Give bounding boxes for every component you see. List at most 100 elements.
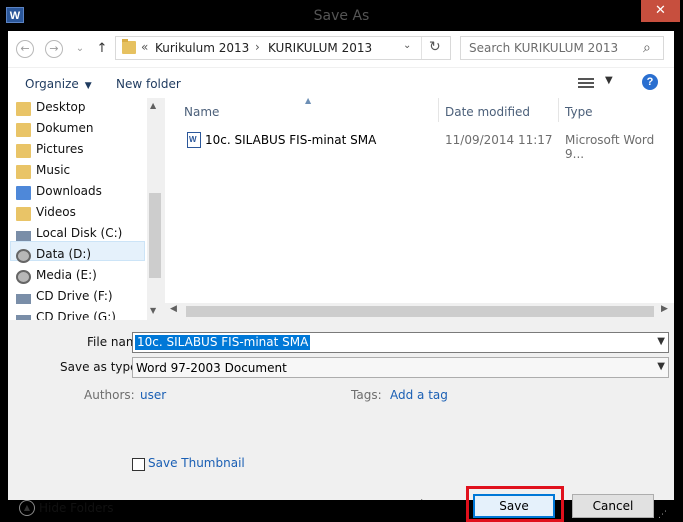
forward-arrow-icon[interactable]: → xyxy=(45,40,63,58)
authors-label: Authors: xyxy=(84,388,135,402)
authors-field[interactable]: user xyxy=(140,388,166,402)
file-name-value: 10c. SILABUS FIS-minat SMA xyxy=(135,335,311,350)
pictures-folder-icon xyxy=(16,144,31,158)
sidebar-item-music[interactable]: Music xyxy=(16,163,71,183)
breadcrumb-overflow-icon[interactable]: « xyxy=(141,40,148,54)
file-name-field[interactable]: 10c. SILABUS FIS-minat SMA ▼ xyxy=(132,332,669,353)
hide-folders-button[interactable]: Hide Folders xyxy=(39,501,114,515)
search-input[interactable]: Search KURIKULUM 2013 ⌕ xyxy=(460,36,664,60)
hide-folders-chevron-icon[interactable]: ▲ xyxy=(19,500,35,516)
desktop-folder-icon xyxy=(16,102,31,116)
save-thumbnail-label[interactable]: Save Thumbnail xyxy=(148,456,245,470)
sidebar-item-data-d[interactable]: Data (D:) xyxy=(16,247,92,267)
sidebar-item-pictures[interactable]: Pictures xyxy=(16,142,84,162)
organize-caret-icon: ▼ xyxy=(84,81,92,91)
scroll-left-icon[interactable]: ◀ xyxy=(170,304,177,314)
sort-ascending-icon: ▲ xyxy=(305,96,312,105)
save-button[interactable]: Save xyxy=(473,494,555,518)
documents-folder-icon xyxy=(16,123,31,137)
tags-field[interactable]: Add a tag xyxy=(390,388,448,402)
sidebar-item-videos[interactable]: Videos xyxy=(16,205,76,225)
save-as-type-value: Word 97-2003 Document xyxy=(136,361,287,375)
file-date-cell: 11/09/2014 11:17 xyxy=(445,133,553,147)
breadcrumb-separator-icon[interactable]: › xyxy=(255,40,260,54)
sidebar-item-media-e[interactable]: Media (E:) xyxy=(16,268,97,288)
column-separator[interactable] xyxy=(438,98,439,122)
column-header-date-modified[interactable]: Date modified xyxy=(445,105,530,119)
breadcrumb-kurikulum-2013-upper[interactable]: KURIKULUM 2013 xyxy=(268,41,372,55)
view-dropdown-icon[interactable]: ▼ xyxy=(605,75,613,86)
sidebar-item-label: Local Disk (C:) xyxy=(36,226,123,240)
back-arrow-icon[interactable]: ← xyxy=(16,40,34,58)
file-name-dropdown-icon[interactable]: ▼ xyxy=(657,336,665,347)
save-thumbnail-checkbox[interactable] xyxy=(132,458,145,471)
tags-label: Tags: xyxy=(351,388,382,402)
cancel-button[interactable]: Cancel xyxy=(572,494,654,518)
tools-dropdown-icon[interactable]: ▼ xyxy=(446,500,454,511)
command-toolbar: Organize ▼ New folder ▼ ? xyxy=(8,67,674,98)
navigation-bar: ← → ⌄ ↑ « Kurikulum 2013 › KURIKULUM 201… xyxy=(8,31,674,67)
videos-folder-icon xyxy=(16,207,31,221)
sidebar-item-label: Pictures xyxy=(36,142,84,156)
file-list-horizontal-scrollbar[interactable]: ◀ ▶ xyxy=(165,303,674,320)
save-as-type-select[interactable]: Word 97-2003 Document ▼ xyxy=(132,357,669,378)
column-header-name[interactable]: Name xyxy=(184,105,219,119)
sidebar-scroll-thumb[interactable] xyxy=(149,193,161,278)
file-type-cell: Microsoft Word 9... xyxy=(565,133,655,161)
sidebar-item-cd-drive-g[interactable]: CD Drive (G:) xyxy=(16,310,116,320)
sidebar-item-label: Media (E:) xyxy=(36,268,97,282)
table-row[interactable]: 10c. SILABUS FIS-minat SMA 11/09/2014 11… xyxy=(165,128,674,161)
sidebar-item-downloads[interactable]: Downloads xyxy=(16,184,102,204)
scroll-up-icon[interactable]: ▲ xyxy=(150,101,156,110)
sidebar-item-label: Music xyxy=(36,163,71,177)
close-button[interactable]: ✕ xyxy=(641,0,680,22)
search-icon[interactable]: ⌕ xyxy=(643,40,651,56)
address-divider xyxy=(421,37,422,59)
scroll-down-icon[interactable]: ▼ xyxy=(150,306,156,315)
save-as-dialog: W Save As ✕ ← → ⌄ ↑ « Kurikulum 2013 › K… xyxy=(0,0,683,522)
save-as-type-dropdown-icon[interactable]: ▼ xyxy=(657,361,665,372)
sidebar-scrollbar[interactable]: ▲ ▼ xyxy=(147,98,163,320)
address-bar[interactable]: « Kurikulum 2013 › KURIKULUM 2013 ⌄ ↻ xyxy=(115,36,451,60)
sidebar-item-local-disk-c[interactable]: Local Disk (C:) xyxy=(16,226,123,246)
folder-icon xyxy=(122,39,136,54)
refresh-icon[interactable]: ↻ xyxy=(429,39,441,55)
title-bar[interactable]: W Save As ✕ xyxy=(0,0,683,31)
disk-icon xyxy=(16,270,31,284)
save-as-type-label: Save as type: xyxy=(60,360,142,374)
resize-grip-icon[interactable]: ⋰ xyxy=(658,510,667,520)
navigation-pane: Desktop Dokumen Pictures Music Downloads… xyxy=(8,98,163,320)
organize-menu[interactable]: Organize ▼ xyxy=(25,77,92,91)
address-dropdown-icon[interactable]: ⌄ xyxy=(403,40,411,51)
sidebar-item-label: Dokumen xyxy=(36,121,94,135)
window-title: Save As xyxy=(313,8,370,24)
sidebar-item-desktop[interactable]: Desktop xyxy=(16,100,86,120)
downloads-folder-icon xyxy=(16,186,31,200)
save-options-form: File name: 10c. SILABUS FIS-minat SMA ▼ … xyxy=(8,320,674,522)
up-arrow-icon[interactable]: ↑ xyxy=(92,40,112,58)
sidebar-item-dokumen[interactable]: Dokumen xyxy=(16,121,94,141)
sidebar-item-label: Downloads xyxy=(36,184,102,198)
view-options-icon[interactable] xyxy=(578,76,594,90)
column-separator[interactable] xyxy=(558,98,559,122)
help-icon[interactable]: ? xyxy=(642,74,658,90)
file-list: ▲ Name Date modified Type 10c. SILABUS F… xyxy=(165,96,674,320)
column-header-type[interactable]: Type xyxy=(565,105,593,119)
sidebar-item-label: Data (D:) xyxy=(36,247,92,261)
sidebar-item-label: CD Drive (F:) xyxy=(36,289,113,303)
breadcrumb-kurikulum-2013[interactable]: Kurikulum 2013 xyxy=(155,41,249,55)
dialog-body: ← → ⌄ ↑ « Kurikulum 2013 › KURIKULUM 201… xyxy=(8,31,674,522)
scroll-right-icon[interactable]: ▶ xyxy=(661,304,668,314)
music-folder-icon xyxy=(16,165,31,179)
search-placeholder: Search KURIKULUM 2013 xyxy=(469,41,619,55)
horizontal-scroll-thumb[interactable] xyxy=(186,306,654,317)
recent-locations-chevron-icon[interactable]: ⌄ xyxy=(70,40,90,58)
sidebar-item-cd-drive-f[interactable]: CD Drive (F:) xyxy=(16,289,113,309)
sidebar-item-label: Desktop xyxy=(36,100,86,114)
tools-menu[interactable]: Tools xyxy=(400,498,430,512)
new-folder-button[interactable]: New folder xyxy=(116,77,181,91)
file-name-cell: 10c. SILABUS FIS-minat SMA xyxy=(205,133,377,147)
organize-label: Organize xyxy=(25,77,79,91)
disk-icon xyxy=(16,249,31,263)
local-disk-icon xyxy=(16,231,31,241)
